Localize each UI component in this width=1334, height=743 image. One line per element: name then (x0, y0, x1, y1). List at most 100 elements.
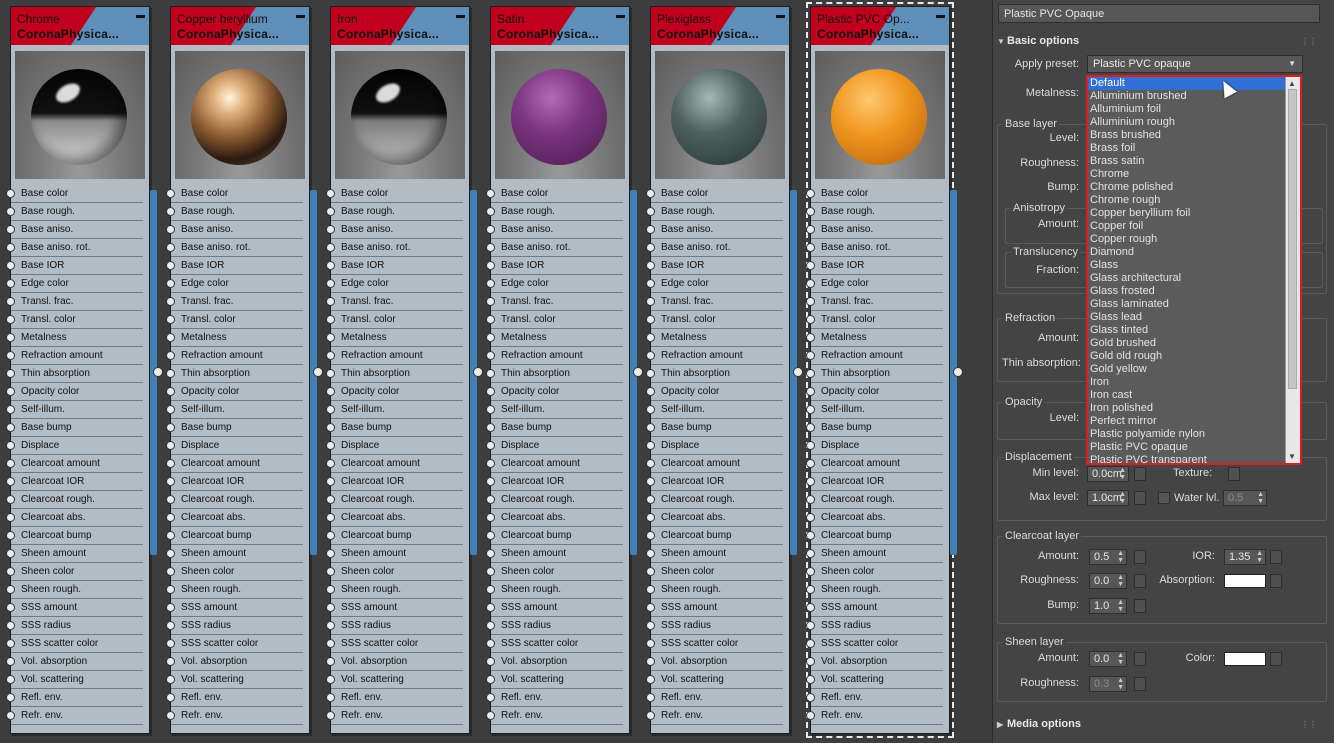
input-socket-icon[interactable] (486, 531, 495, 540)
input-slot[interactable]: Base aniso. (326, 221, 463, 239)
input-socket-icon[interactable] (486, 549, 495, 558)
node-header[interactable]: Chrome CoronaPhysica... (11, 7, 149, 45)
input-socket-icon[interactable] (6, 495, 15, 504)
input-slot[interactable]: SSS radius (646, 617, 783, 635)
input-socket-icon[interactable] (806, 225, 815, 234)
input-slot[interactable]: Displace (806, 437, 943, 455)
input-socket-icon[interactable] (646, 603, 655, 612)
input-socket-icon[interactable] (646, 315, 655, 324)
input-socket-icon[interactable] (806, 315, 815, 324)
input-socket-icon[interactable] (326, 441, 335, 450)
input-slot[interactable]: Metalness (806, 329, 943, 347)
input-socket-icon[interactable] (806, 333, 815, 342)
preset-option[interactable]: Glass architectural (1088, 272, 1286, 285)
input-socket-icon[interactable] (6, 405, 15, 414)
scroll-up-icon[interactable]: ▲ (1288, 79, 1296, 88)
input-slot[interactable]: Edge color (166, 275, 303, 293)
input-slot[interactable]: Base bump (166, 419, 303, 437)
minimize-icon[interactable] (296, 15, 305, 18)
preset-option[interactable]: Copper foil (1088, 220, 1286, 233)
input-socket-icon[interactable] (806, 243, 815, 252)
input-socket-icon[interactable] (486, 423, 495, 432)
input-socket-icon[interactable] (6, 279, 15, 288)
input-slot[interactable]: Transl. color (486, 311, 623, 329)
basic-options-rollout[interactable]: ▼ Basic options ⋮⋮ (997, 33, 1321, 50)
input-slot[interactable]: Clearcoat abs. (326, 509, 463, 527)
input-slot[interactable]: Metalness (6, 329, 143, 347)
input-slot[interactable]: Opacity color (486, 383, 623, 401)
input-slot[interactable]: SSS scatter color (806, 635, 943, 653)
input-socket-icon[interactable] (6, 585, 15, 594)
input-socket-icon[interactable] (646, 207, 655, 216)
cc-roughness-spinner[interactable]: 0.0 ▲ ▼ (1089, 573, 1127, 589)
input-slot[interactable]: Sheen amount (326, 545, 463, 563)
input-slot[interactable]: Thin absorption (6, 365, 143, 383)
input-slot[interactable]: Clearcoat IOR (806, 473, 943, 491)
preset-option[interactable]: Plastic PVC transparent (1088, 454, 1286, 463)
input-slot[interactable]: Clearcoat abs. (6, 509, 143, 527)
input-socket-icon[interactable] (646, 711, 655, 720)
input-socket-icon[interactable] (326, 405, 335, 414)
input-slot[interactable]: Base rough. (486, 203, 623, 221)
output-socket-icon[interactable] (633, 367, 643, 377)
input-socket-icon[interactable] (6, 639, 15, 648)
input-slot[interactable]: SSS radius (326, 617, 463, 635)
input-slot[interactable]: Refraction amount (486, 347, 623, 365)
input-slot[interactable]: Metalness (326, 329, 463, 347)
input-socket-icon[interactable] (486, 639, 495, 648)
cc-bump-map-button[interactable] (1134, 599, 1146, 613)
input-socket-icon[interactable] (646, 513, 655, 522)
input-socket-icon[interactable] (6, 513, 15, 522)
input-socket-icon[interactable] (806, 459, 815, 468)
input-socket-icon[interactable] (646, 639, 655, 648)
input-slot[interactable]: Vol. absorption (646, 653, 783, 671)
input-slot[interactable]: Thin absorption (486, 365, 623, 383)
input-socket-icon[interactable] (486, 279, 495, 288)
output-socket-icon[interactable] (313, 367, 323, 377)
input-slot[interactable]: Base rough. (806, 203, 943, 221)
input-socket-icon[interactable] (166, 441, 175, 450)
input-socket-icon[interactable] (6, 387, 15, 396)
input-slot[interactable]: SSS radius (486, 617, 623, 635)
preset-option[interactable]: Chrome (1088, 168, 1286, 181)
input-slot[interactable]: Transl. color (6, 311, 143, 329)
input-socket-icon[interactable] (646, 657, 655, 666)
input-socket-icon[interactable] (166, 531, 175, 540)
input-slot[interactable]: SSS scatter color (646, 635, 783, 653)
input-slot[interactable]: Metalness (486, 329, 623, 347)
max-level-map-button[interactable] (1134, 491, 1146, 505)
input-slot[interactable]: SSS scatter color (326, 635, 463, 653)
input-socket-icon[interactable] (166, 351, 175, 360)
input-slot[interactable]: Base aniso. rot. (486, 239, 623, 257)
input-slot[interactable]: Refl. env. (166, 689, 303, 707)
input-slot[interactable]: Clearcoat rough. (486, 491, 623, 509)
spinner-arrows-icon[interactable]: ▲ ▼ (1117, 652, 1124, 666)
preset-option[interactable]: Iron (1088, 376, 1286, 389)
input-slot[interactable]: Base color (806, 185, 943, 203)
input-socket-icon[interactable] (646, 369, 655, 378)
input-slot[interactable]: Clearcoat abs. (166, 509, 303, 527)
input-slot[interactable]: Vol. scattering (486, 671, 623, 689)
input-socket-icon[interactable] (806, 297, 815, 306)
input-slot[interactable]: Clearcoat IOR (486, 473, 623, 491)
preset-option[interactable]: Chrome polished (1088, 181, 1286, 194)
preset-option[interactable]: Brass satin (1088, 155, 1286, 168)
input-slot[interactable]: SSS scatter color (6, 635, 143, 653)
input-socket-icon[interactable] (326, 639, 335, 648)
input-socket-icon[interactable] (486, 459, 495, 468)
input-socket-icon[interactable] (166, 639, 175, 648)
input-slot[interactable]: Displace (326, 437, 463, 455)
input-socket-icon[interactable] (806, 351, 815, 360)
input-socket-icon[interactable] (486, 603, 495, 612)
input-slot[interactable]: Base aniso. (166, 221, 303, 239)
input-socket-icon[interactable] (6, 567, 15, 576)
input-slot[interactable]: Clearcoat bump (6, 527, 143, 545)
input-socket-icon[interactable] (326, 261, 335, 270)
input-socket-icon[interactable] (166, 369, 175, 378)
input-slot[interactable]: Metalness (646, 329, 783, 347)
input-slot[interactable]: SSS amount (6, 599, 143, 617)
input-slot[interactable]: Refr. env. (646, 707, 783, 725)
input-socket-icon[interactable] (806, 693, 815, 702)
input-slot[interactable]: Vol. absorption (326, 653, 463, 671)
input-slot[interactable]: Clearcoat amount (486, 455, 623, 473)
